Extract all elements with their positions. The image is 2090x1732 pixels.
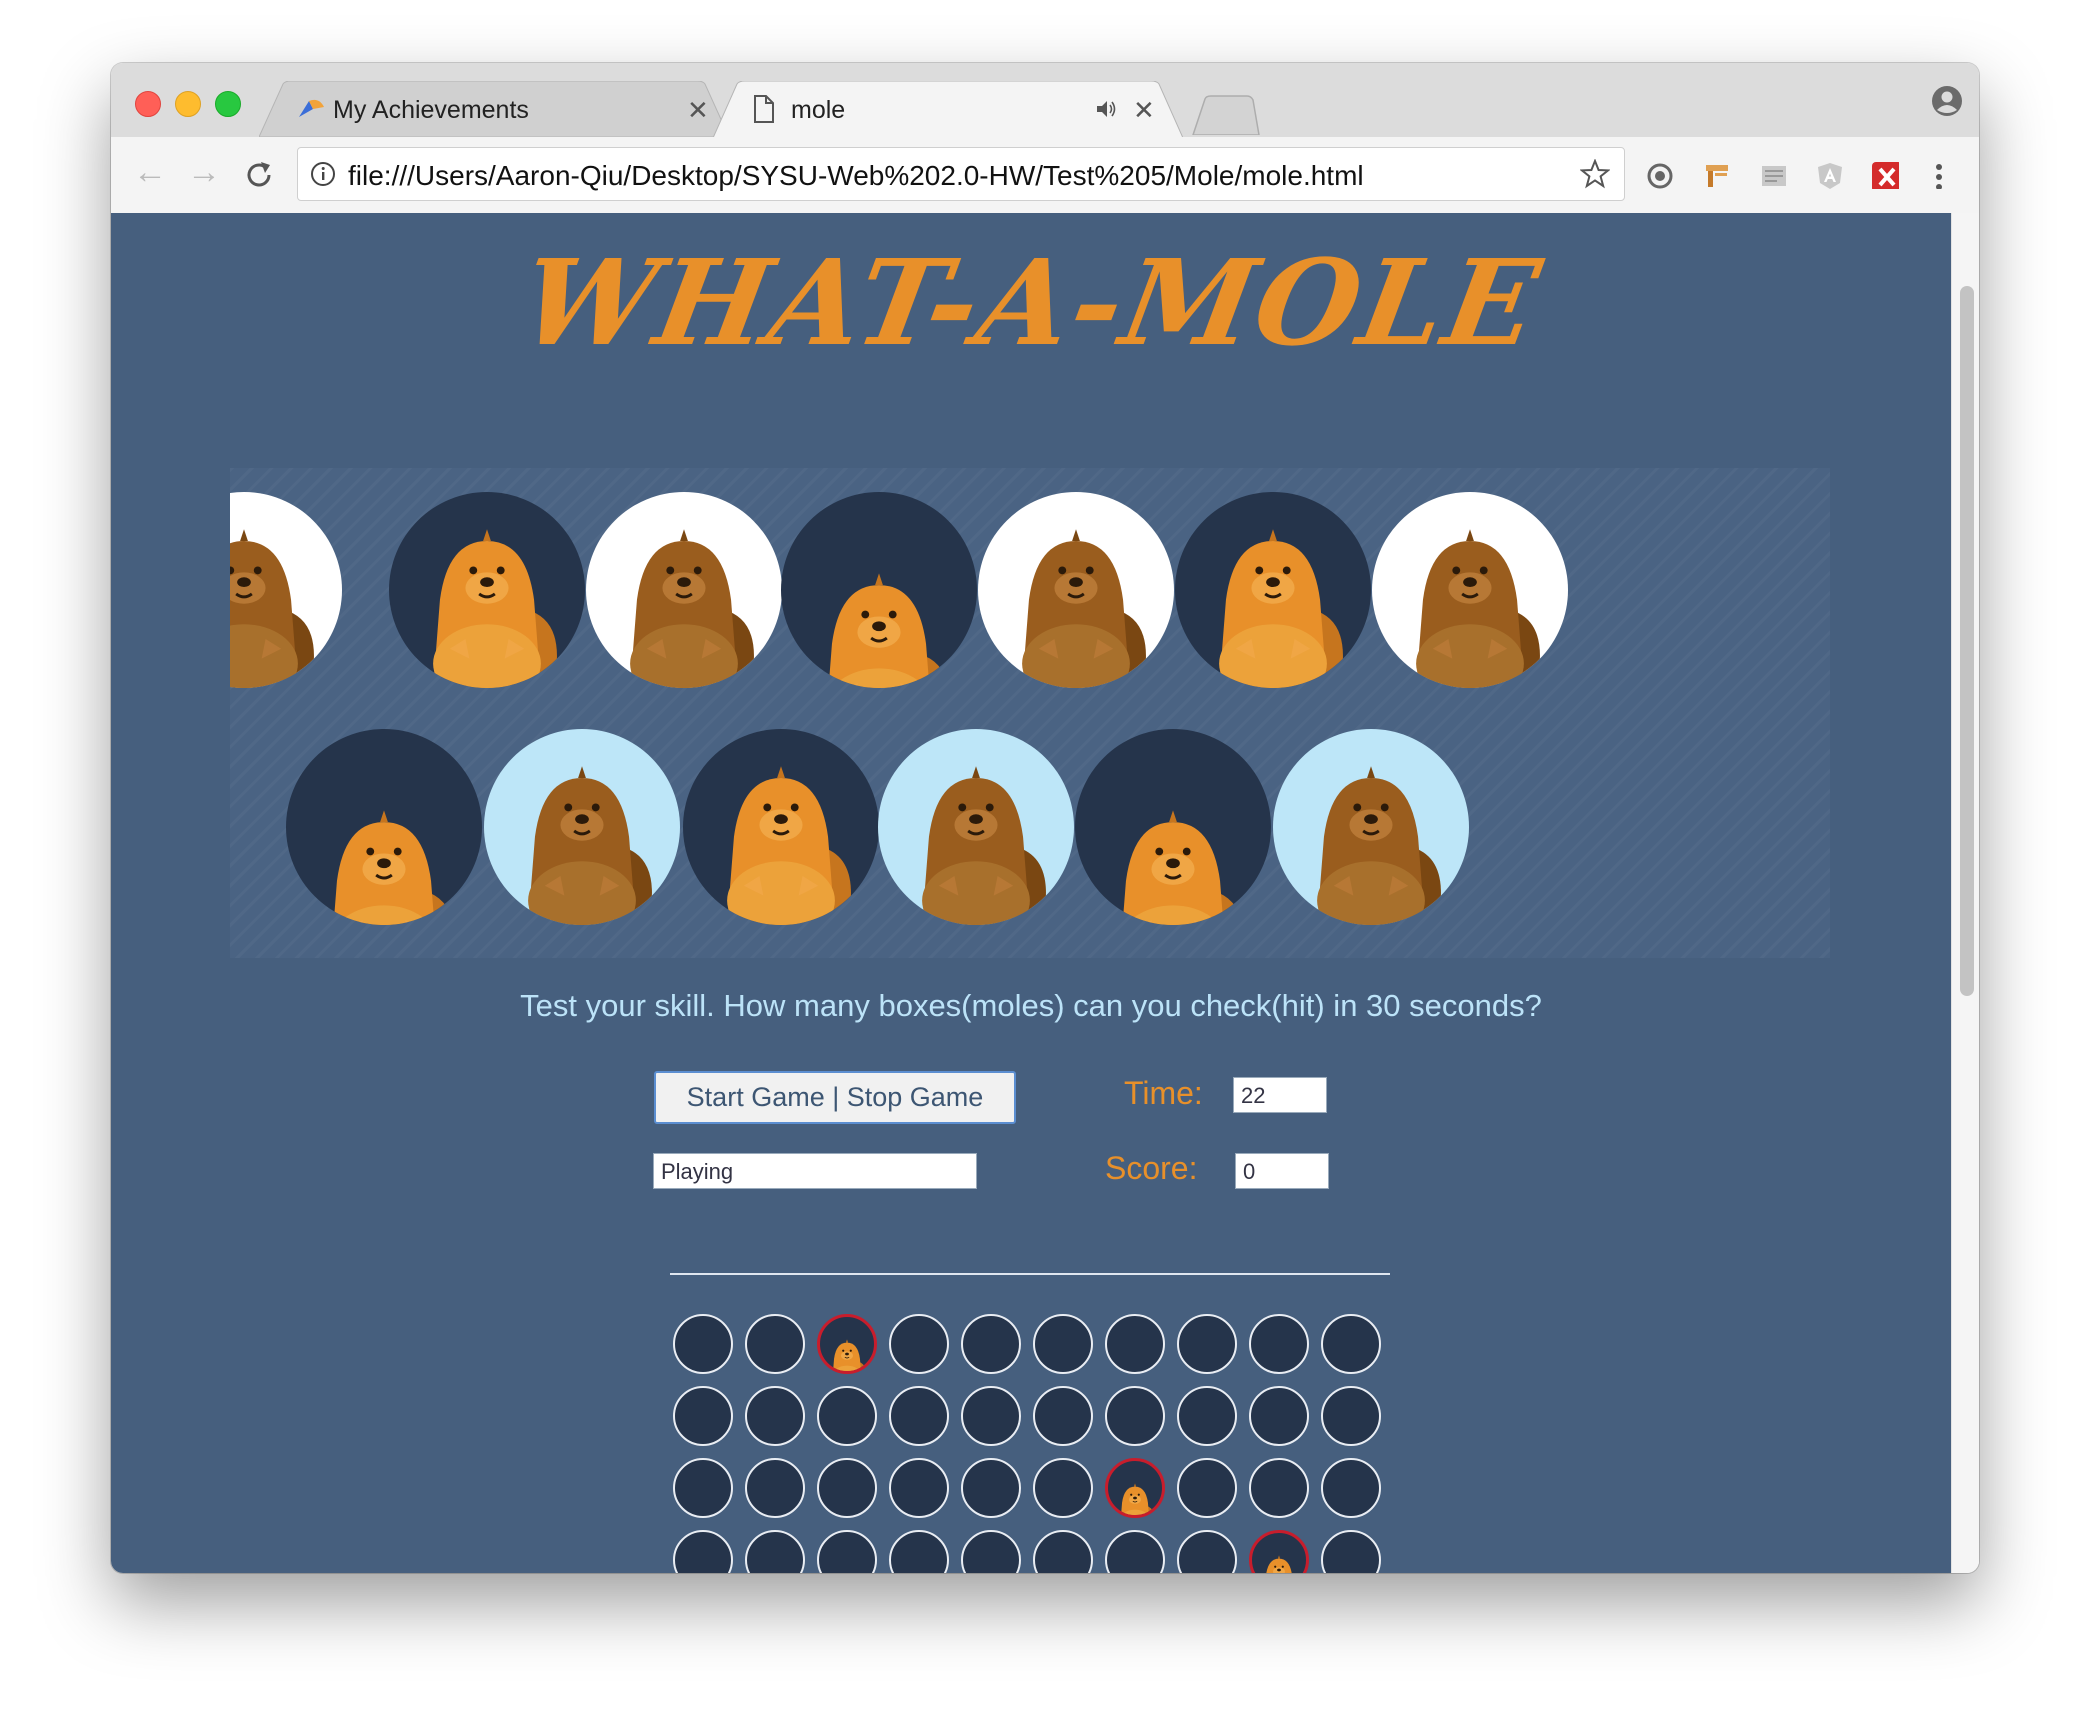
grid-cell[interactable] [1177, 1458, 1237, 1518]
banner-mole-circle [683, 729, 879, 925]
grid-cell[interactable] [1105, 1530, 1165, 1573]
grid-cell[interactable] [1177, 1530, 1237, 1573]
grid-cell[interactable] [1249, 1458, 1309, 1518]
banner-mole-circle [878, 729, 1074, 925]
banner-mole-circle [1075, 729, 1271, 925]
grid-cell[interactable] [1249, 1386, 1309, 1446]
back-arrow-icon[interactable]: ← [133, 153, 167, 192]
grid-cell[interactable] [673, 1386, 733, 1446]
zoom-window-button[interactable] [215, 91, 241, 117]
divider [670, 1273, 1390, 1275]
scrollbar-thumb[interactable] [1960, 286, 1974, 996]
tagline: Test your skill. How many boxes(moles) c… [520, 988, 1542, 1023]
grid-cell[interactable] [889, 1458, 949, 1518]
grid-cell[interactable] [889, 1530, 949, 1573]
grid-cell-mole[interactable] [817, 1314, 877, 1374]
grid-cell-mole[interactable] [1105, 1458, 1165, 1518]
grid-cell[interactable] [1321, 1314, 1381, 1374]
banner-mole-circle [1175, 492, 1371, 688]
new-tab-button[interactable] [1191, 95, 1261, 135]
grid-cell[interactable] [817, 1530, 877, 1573]
title-bar: My Achievements ✕ mole ✕ [111, 63, 1979, 137]
tab-mole[interactable]: mole ✕ [713, 81, 1183, 137]
grid-cell[interactable] [1033, 1314, 1093, 1374]
angular-extension-icon[interactable] [1815, 161, 1843, 189]
bookmark-extension-icon[interactable] [1703, 161, 1731, 189]
grid-cell[interactable] [1033, 1530, 1093, 1573]
grid-cell[interactable] [889, 1386, 949, 1446]
page-title: WHAT-A-MOLE [511, 233, 1551, 372]
banner-mole-circle [978, 492, 1174, 688]
banner-mole-circle [230, 492, 342, 688]
banner-mole-circle [781, 492, 977, 688]
grid-cell[interactable] [817, 1386, 877, 1446]
score-field[interactable]: 0 [1235, 1153, 1329, 1189]
grid-cell[interactable] [1249, 1314, 1309, 1374]
address-bar[interactable]: file:///Users/Aaron-Qiu/Desktop/SYSU-Web… [297, 147, 1625, 201]
tab-my-achievements[interactable]: My Achievements ✕ [259, 81, 729, 137]
grid-cell[interactable] [745, 1530, 805, 1573]
scrollbar[interactable] [1951, 213, 1979, 1573]
tab-title: mole [791, 96, 846, 124]
grid-cell[interactable] [961, 1386, 1021, 1446]
tab-title: My Achievements [333, 96, 529, 124]
speaker-icon[interactable] [1095, 99, 1117, 119]
grid-cell[interactable] [1105, 1314, 1165, 1374]
mole-banner [230, 468, 1830, 958]
url-text[interactable]: file:///Users/Aaron-Qiu/Desktop/SYSU-Web… [348, 160, 1364, 192]
minimize-window-button[interactable] [175, 91, 201, 117]
grid-cell[interactable] [745, 1386, 805, 1446]
time-label: Time: [1124, 1075, 1203, 1111]
grid-cell[interactable] [745, 1314, 805, 1374]
score-label: Score: [1105, 1150, 1198, 1186]
banner-mole-circle [586, 492, 782, 688]
sync-extension-icon[interactable] [1645, 161, 1673, 189]
grid-cell-mole[interactable] [1249, 1530, 1309, 1573]
info-icon[interactable] [310, 161, 336, 187]
grid-cell[interactable] [673, 1314, 733, 1374]
menu-dots-icon[interactable] [1929, 161, 1957, 189]
status-field[interactable]: Playing [653, 1153, 977, 1189]
grid-cell[interactable] [1177, 1314, 1237, 1374]
tab-close-icon[interactable]: ✕ [1133, 95, 1155, 126]
grid-cell[interactable] [1177, 1386, 1237, 1446]
browser-toolbar: ← → file:///Users/Aaron-Qiu/Desktop/SYSU… [111, 137, 1979, 214]
grid-cell[interactable] [889, 1314, 949, 1374]
grid-cell[interactable] [1033, 1458, 1093, 1518]
grid-cell[interactable] [673, 1530, 733, 1573]
grid-cell[interactable] [745, 1458, 805, 1518]
banner-mole-circle [389, 492, 585, 688]
grid-cell[interactable] [817, 1458, 877, 1518]
start-stop-button[interactable]: Start Game | Stop Game [654, 1071, 1016, 1124]
banner-mole-circle [1273, 729, 1469, 925]
profile-icon[interactable] [1931, 85, 1963, 117]
grid-cell[interactable] [673, 1458, 733, 1518]
x-extension-icon[interactable] [1871, 161, 1899, 189]
time-field[interactable]: 22 [1233, 1077, 1327, 1113]
page-content: WHAT-A-MOLE Test your skill. How many bo… [111, 213, 1951, 1573]
banner-mole-circle [1372, 492, 1568, 688]
browser-window: My Achievements ✕ mole ✕ ← → file:///Use… [111, 63, 1979, 1573]
grid-cell[interactable] [961, 1458, 1021, 1518]
grid-cell[interactable] [1321, 1530, 1381, 1573]
achievements-favicon-icon [299, 99, 324, 117]
bookmark-star-icon[interactable] [1580, 159, 1610, 189]
grid-cell[interactable] [961, 1314, 1021, 1374]
reader-extension-icon[interactable] [1759, 161, 1787, 189]
reload-icon[interactable] [243, 159, 275, 191]
grid-cell[interactable] [961, 1530, 1021, 1573]
grid-cell[interactable] [1033, 1386, 1093, 1446]
grid-cell[interactable] [1321, 1458, 1381, 1518]
forward-arrow-icon[interactable]: → [187, 153, 221, 192]
grid-cell[interactable] [1105, 1386, 1165, 1446]
grid-cell[interactable] [1321, 1386, 1381, 1446]
banner-mole-circle [286, 729, 482, 925]
close-window-button[interactable] [135, 91, 161, 117]
document-icon [754, 95, 774, 123]
banner-mole-circle [484, 729, 680, 925]
tab-close-icon[interactable]: ✕ [687, 95, 709, 126]
